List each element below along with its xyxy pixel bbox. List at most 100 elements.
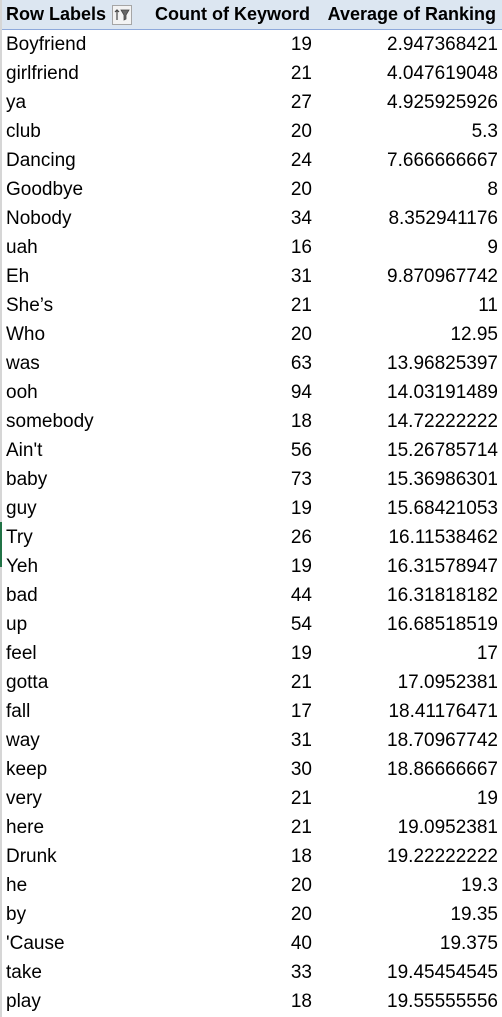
average-cell[interactable]: 12.95 (312, 324, 502, 346)
table-row[interactable]: play 18 19.55555556 (2, 987, 502, 1016)
average-cell[interactable]: 7.666666667 (312, 150, 502, 172)
row-label-cell[interactable]: very (2, 788, 140, 810)
count-of-keyword-header[interactable]: Count of Keyword (140, 4, 310, 25)
average-cell[interactable]: 9.870967742 (312, 266, 502, 288)
table-row[interactable]: Try 26 16.11538462 (2, 523, 502, 552)
average-cell[interactable]: 13.96825397 (312, 353, 502, 375)
average-cell[interactable]: 19.35 (312, 904, 502, 926)
table-row[interactable]: gotta 21 17.0952381 (2, 668, 502, 697)
table-row[interactable]: club 20 5.3 (2, 117, 502, 146)
count-cell[interactable]: 21 (140, 63, 312, 85)
average-cell[interactable]: 15.26785714 (312, 440, 502, 462)
average-cell[interactable]: 15.68421053 (312, 498, 502, 520)
count-cell[interactable]: 94 (140, 382, 312, 404)
count-cell[interactable]: 19 (140, 34, 312, 56)
average-cell[interactable]: 16.11538462 (312, 527, 502, 549)
row-label-cell[interactable]: She’s (2, 295, 140, 317)
table-row[interactable]: girlfriend 21 4.047619048 (2, 59, 502, 88)
average-cell[interactable]: 19.45454545 (312, 962, 502, 984)
table-row[interactable]: Yeh 19 16.31578947 (2, 552, 502, 581)
row-label-cell[interactable]: by (2, 904, 140, 926)
row-label-cell[interactable]: he (2, 875, 140, 897)
table-row[interactable]: Who 20 12.95 (2, 320, 502, 349)
average-cell[interactable]: 16.68518519 (312, 614, 502, 636)
average-cell[interactable]: 19.0952381 (312, 817, 502, 839)
table-row[interactable]: fall 17 18.41176471 (2, 697, 502, 726)
table-row[interactable]: bad 44 16.31818182 (2, 581, 502, 610)
row-label-cell[interactable]: ooh (2, 382, 140, 404)
average-cell[interactable]: 19.55555556 (312, 991, 502, 1013)
row-label-cell[interactable]: keep (2, 759, 140, 781)
count-cell[interactable]: 20 (140, 904, 312, 926)
table-row[interactable]: up 54 16.68518519 (2, 610, 502, 639)
average-cell[interactable]: 11 (312, 295, 502, 317)
count-cell[interactable]: 20 (140, 875, 312, 897)
average-cell[interactable]: 2.947368421 (312, 34, 502, 56)
table-row[interactable]: keep 30 18.86666667 (2, 755, 502, 784)
average-cell[interactable]: 8.352941176 (312, 208, 502, 230)
count-cell[interactable]: 54 (140, 614, 312, 636)
count-cell[interactable]: 30 (140, 759, 312, 781)
average-cell[interactable]: 19.375 (312, 933, 502, 955)
average-cell[interactable]: 5.3 (312, 121, 502, 143)
table-row[interactable]: by 20 19.35 (2, 900, 502, 929)
table-row[interactable]: ya 27 4.925925926 (2, 88, 502, 117)
average-cell[interactable]: 17.0952381 (312, 672, 502, 694)
average-of-ranking-header[interactable]: Average of Ranking (310, 4, 502, 25)
average-cell[interactable]: 14.03191489 (312, 382, 502, 404)
table-row[interactable]: She’s 21 11 (2, 291, 502, 320)
count-cell[interactable]: 21 (140, 295, 312, 317)
row-label-cell[interactable]: Goodbye (2, 179, 140, 201)
table-row[interactable]: somebody 18 14.72222222 (2, 407, 502, 436)
count-cell[interactable]: 21 (140, 672, 312, 694)
average-cell[interactable]: 14.72222222 (312, 411, 502, 433)
count-cell[interactable]: 24 (140, 150, 312, 172)
table-row[interactable]: feel 19 17 (2, 639, 502, 668)
row-label-cell[interactable]: Yeh (2, 556, 140, 578)
row-label-cell[interactable]: ya (2, 92, 140, 114)
row-label-cell[interactable]: somebody (2, 411, 140, 433)
count-cell[interactable]: 21 (140, 788, 312, 810)
table-row[interactable]: Boyfriend 19 2.947368421 (2, 30, 502, 59)
average-cell[interactable]: 4.047619048 (312, 63, 502, 85)
table-row[interactable]: here 21 19.0952381 (2, 813, 502, 842)
average-cell[interactable]: 17 (312, 643, 502, 665)
count-cell[interactable]: 18 (140, 991, 312, 1013)
row-label-cell[interactable]: gotta (2, 672, 140, 694)
sort-filter-icon[interactable] (112, 4, 133, 25)
count-cell[interactable]: 17 (140, 701, 312, 723)
row-label-cell[interactable]: girlfriend (2, 63, 140, 85)
count-cell[interactable]: 16 (140, 237, 312, 259)
count-cell[interactable]: 19 (140, 556, 312, 578)
count-cell[interactable]: 73 (140, 469, 312, 491)
row-label-cell[interactable]: take (2, 962, 140, 984)
count-cell[interactable]: 20 (140, 121, 312, 143)
count-cell[interactable]: 20 (140, 324, 312, 346)
count-cell[interactable]: 31 (140, 266, 312, 288)
count-cell[interactable]: 31 (140, 730, 312, 752)
row-label-cell[interactable]: club (2, 121, 140, 143)
row-label-cell[interactable]: Ain't (2, 440, 140, 462)
table-row[interactable]: Drunk 18 19.22222222 (2, 842, 502, 871)
count-cell[interactable]: 34 (140, 208, 312, 230)
table-row[interactable]: very 21 19 (2, 784, 502, 813)
row-label-cell[interactable]: Eh (2, 266, 140, 288)
count-cell[interactable]: 27 (140, 92, 312, 114)
average-cell[interactable]: 18.70967742 (312, 730, 502, 752)
row-label-cell[interactable]: feel (2, 643, 140, 665)
table-row[interactable]: 'Cause 40 19.375 (2, 929, 502, 958)
row-label-cell[interactable]: was (2, 353, 140, 375)
row-label-cell[interactable]: Try (2, 527, 140, 549)
table-row[interactable]: guy 19 15.68421053 (2, 494, 502, 523)
table-row[interactable]: uah 16 9 (2, 233, 502, 262)
count-cell[interactable]: 33 (140, 962, 312, 984)
row-labels-header[interactable]: Row Labels (2, 4, 140, 25)
row-label-cell[interactable]: up (2, 614, 140, 636)
count-cell[interactable]: 26 (140, 527, 312, 549)
average-cell[interactable]: 18.86666667 (312, 759, 502, 781)
average-cell[interactable]: 15.36986301 (312, 469, 502, 491)
count-cell[interactable]: 20 (140, 179, 312, 201)
table-row[interactable]: Ain't 56 15.26785714 (2, 436, 502, 465)
table-row[interactable]: Nobody 34 8.352941176 (2, 204, 502, 233)
average-cell[interactable]: 18.41176471 (312, 701, 502, 723)
